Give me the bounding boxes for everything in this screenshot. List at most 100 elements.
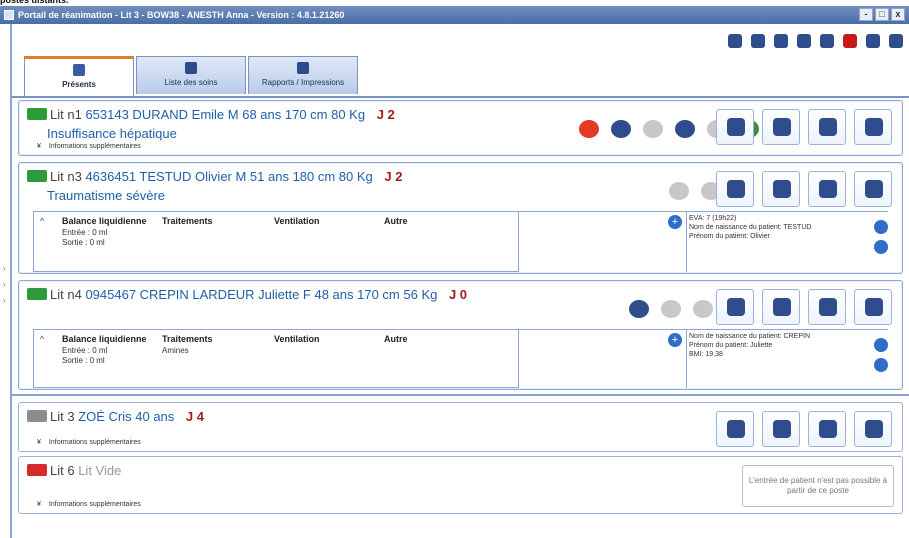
patient-button[interactable] (716, 289, 754, 325)
fluid-out: Sortie : 0 ml (62, 238, 105, 247)
lock-icon[interactable] (889, 34, 903, 48)
more-info-toggle[interactable]: ¥ Informations supplémentaires (37, 143, 141, 150)
bed-card-5: Lit 6 Lit Vide ¥ Informations supplémenta… (18, 456, 903, 514)
note-line: BMI: 19,38 (689, 351, 723, 358)
chart-button[interactable] (762, 411, 800, 447)
discharge-button[interactable] (854, 171, 892, 207)
list-icon (185, 62, 197, 74)
transfer-button[interactable] (808, 171, 846, 207)
collapse-icon[interactable]: ^ (40, 334, 44, 344)
tab-label: Rapports / Impressions (261, 78, 345, 87)
pen-check-icon[interactable] (629, 300, 649, 318)
add-note-icon[interactable] (874, 338, 888, 352)
transfer-button[interactable] (808, 411, 846, 447)
discharge-button[interactable] (854, 411, 892, 447)
tools-icon[interactable] (843, 34, 857, 48)
note-line: EVA: 7 (19h22) (689, 215, 737, 222)
tab-bar: Présents Liste des soins Rapports / Impr… (24, 56, 358, 96)
discharge-button[interactable] (854, 109, 892, 145)
house-icon (73, 64, 85, 76)
more-info-label: Informations supplémentaires (48, 501, 141, 508)
add-icon[interactable]: + (668, 333, 682, 347)
chart-icon (773, 180, 791, 198)
pump-icon[interactable] (675, 120, 695, 138)
bed-header: Lit n1 653143 DURAND Emile M 68 ans 170 … (27, 107, 395, 122)
bed-actions (716, 171, 892, 207)
patient-button[interactable] (716, 411, 754, 447)
patient-notes: Nom de naissance du patient: CREPIN Prén… (689, 332, 889, 359)
bed-icon[interactable] (774, 34, 788, 48)
discharge-button[interactable] (854, 289, 892, 325)
user-icon[interactable] (728, 34, 742, 48)
patient-info[interactable]: 4636451 TESTUD Olivier M 51 ans 180 cm 8… (85, 169, 372, 184)
patient-info[interactable]: 0945467 CREPIN LARDEUR Juliette F 48 ans… (85, 287, 437, 302)
patient-button[interactable] (716, 109, 754, 145)
mail-icon[interactable] (866, 34, 880, 48)
fluid-in: Entrée : 0 ml (62, 346, 108, 355)
note-buttons (874, 338, 888, 378)
transfer-button[interactable] (808, 289, 846, 325)
patient-icon (727, 420, 745, 438)
column-header: Balance liquidienne (62, 216, 147, 226)
patient-summary: ^ Balance liquidienne Traitements Ventil… (33, 211, 888, 272)
chart-button[interactable] (762, 289, 800, 325)
empty-bed-label: Lit Vide (78, 463, 122, 478)
bed-status-icon (27, 288, 47, 300)
transfer-button[interactable] (808, 109, 846, 145)
bed-card-3: Lit n4 0945467 CREPIN LARDEUR Juliette F… (18, 280, 903, 390)
users-icon[interactable] (820, 34, 834, 48)
expand-arrow-icon[interactable]: › (3, 280, 6, 289)
middle-panel: + (519, 212, 687, 272)
bed-header: Lit n3 4636451 TESTUD Olivier M 51 ans 1… (27, 169, 403, 184)
note-line: Prénom du patient: Olivier (689, 233, 770, 240)
column-header: Autre (384, 216, 408, 226)
bed-actions (716, 411, 892, 447)
patient-info[interactable]: ZOÉ Cris 40 ans (78, 409, 174, 424)
app-icon (4, 10, 14, 20)
bed-actions (716, 109, 892, 145)
collapse-icon[interactable]: ^ (40, 216, 44, 226)
add-icon[interactable]: + (668, 215, 682, 229)
tab-presents[interactable]: Présents (24, 56, 134, 96)
settings-icon[interactable] (874, 358, 888, 372)
add-note-icon[interactable] (874, 220, 888, 234)
patient-summary: ^ Balance liquidienne Traitements Ventil… (33, 329, 889, 388)
bed-number: Lit n4 (50, 287, 82, 302)
column-header: Traitements (162, 216, 213, 226)
fluid-out: Sortie : 0 ml (62, 356, 105, 365)
tab-label: Liste des soins (164, 78, 218, 87)
more-info-toggle[interactable]: ¥ Informations supplémentaires (37, 501, 141, 508)
close-button[interactable]: x (891, 8, 905, 21)
alert-icon[interactable] (579, 120, 599, 138)
bed-card-2: Lit n3 4636451 TESTUD Olivier M 51 ans 1… (18, 162, 903, 274)
maximize-button[interactable]: □ (875, 8, 889, 21)
stay-day: J 2 (384, 169, 403, 184)
left-collapse-bar[interactable]: › › › (0, 24, 12, 538)
printer-icon (297, 62, 309, 74)
id-card-icon[interactable] (751, 34, 765, 48)
expand-arrow-icon[interactable]: › (3, 296, 6, 305)
bed-number: Lit n3 (50, 169, 82, 184)
tab-care-list[interactable]: Liste des soins (136, 56, 246, 94)
bed-actions (716, 289, 892, 325)
note-line: Prénom du patient: Juliette (689, 342, 773, 349)
pen-check-icon[interactable] (611, 120, 631, 138)
patient-info[interactable]: 653143 DURAND Emile M 68 ans 170 cm 80 K… (85, 107, 365, 122)
expand-arrow-icon[interactable]: › (3, 264, 6, 273)
patient-button[interactable] (716, 171, 754, 207)
chart-button[interactable] (762, 109, 800, 145)
chart-button[interactable] (762, 171, 800, 207)
bed-header: Lit n4 0945467 CREPIN LARDEUR Juliette F… (27, 287, 467, 302)
settings-icon[interactable] (874, 240, 888, 254)
bed-card-4: Lit 3 ZOÉ Cris 40 ans J 4 ¥ Informations … (18, 402, 903, 452)
note-line: Nom de naissance du patient: CREPIN (689, 333, 811, 340)
more-info-toggle[interactable]: ¥ Informations supplémentaires (37, 439, 141, 446)
minimize-button[interactable]: - (859, 8, 873, 21)
column-header: Traitements (162, 334, 213, 344)
tab-reports[interactable]: Rapports / Impressions (248, 56, 358, 94)
transfer-icon[interactable] (797, 34, 811, 48)
chart-icon (773, 118, 791, 136)
bed-status-icon (27, 410, 47, 422)
bed-number: Lit n1 (50, 107, 82, 122)
stay-day: J 2 (376, 107, 395, 122)
